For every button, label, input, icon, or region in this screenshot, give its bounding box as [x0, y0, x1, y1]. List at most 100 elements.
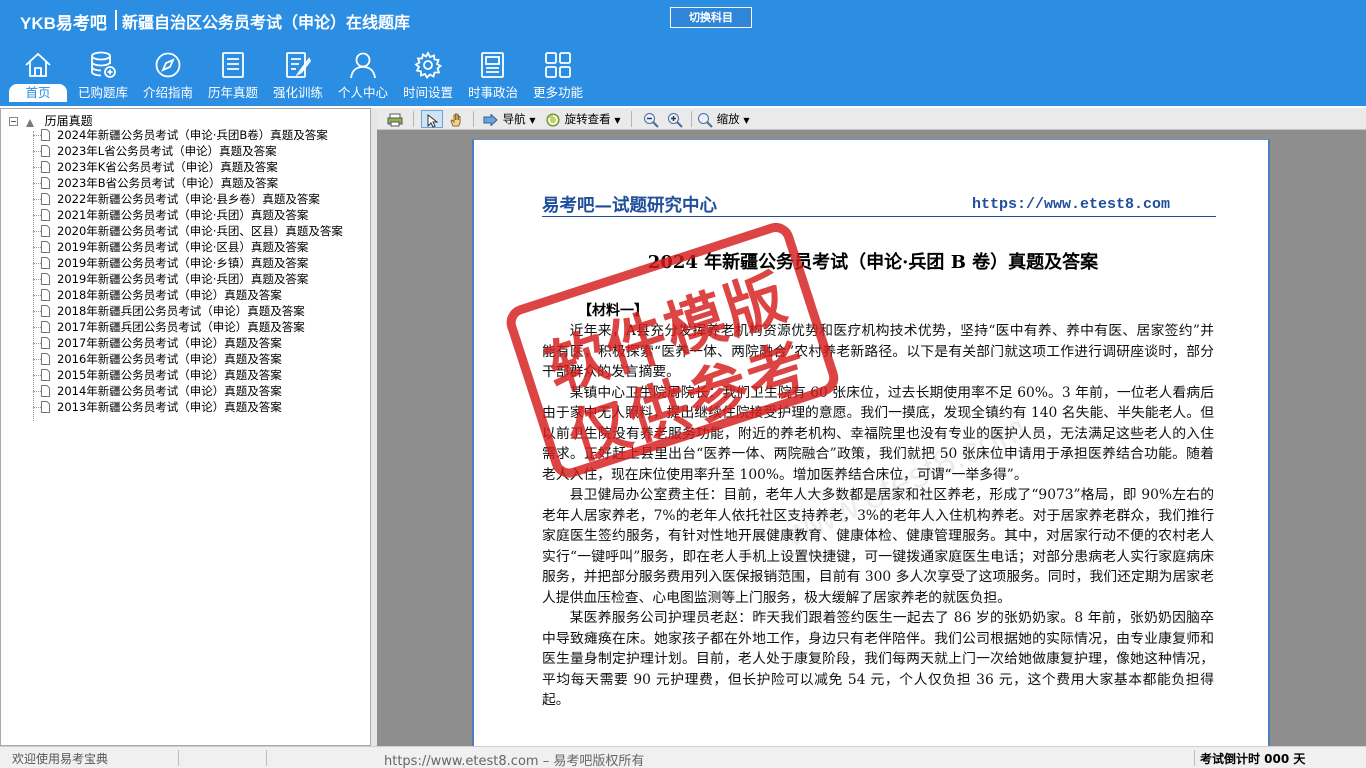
pan-tool-button[interactable] [449, 110, 463, 128]
dropdown-arrow-icon: ▼ [743, 116, 750, 125]
doc-paragraph: 近年来，A县充分发挥养老机构资源优势和医疗机构技术优势，坚持“医中有养、养中有医… [542, 323, 1214, 380]
status-divider [178, 750, 179, 766]
doc-title: 2024 年新疆公务员考试（申论·兵团 B 卷）真题及答案 [647, 252, 1099, 273]
nav-label: 个人中心 [337, 85, 388, 100]
status-copyright: https://www.etest8.com – 易考吧版权所有 [384, 754, 645, 768]
nav-item-time-settings[interactable]: 时间设置 [396, 46, 460, 104]
tree-item[interactable]: 2017年新疆兵团公务员考试（申论）真题及答案 [31, 319, 343, 335]
cursor-icon [426, 113, 439, 128]
rotate-icon [545, 112, 561, 126]
title-bar: YKB易考吧 新疆自治区公务员考试（申论）在线题库 切换科目 [0, 0, 1366, 40]
tree-item[interactable]: 2019年新疆公务员考试（申论·乡镇）真题及答案 [31, 255, 343, 271]
doc-header-url: https://www.etest8.com [972, 196, 1171, 213]
tree-item[interactable]: 2016年新疆公务员考试（申论）真题及答案 [31, 351, 343, 367]
nav-item-more[interactable]: 更多功能 [526, 46, 590, 104]
hand-icon [449, 112, 463, 126]
document-icon [41, 225, 50, 237]
tree-root-label: 历届真题 [44, 114, 93, 128]
tree-item[interactable]: 2017年新疆公务员考试（申论）真题及答案 [31, 335, 343, 351]
print-button[interactable] [387, 110, 403, 128]
zoom-dropdown[interactable]: 缩放 ▼ [697, 110, 749, 128]
database-icon [88, 50, 118, 80]
rotate-dropdown[interactable]: 旋转查看 ▼ [545, 110, 620, 128]
nav-item-purchased[interactable]: 已购题库 [71, 46, 135, 104]
zoom-out-button[interactable] [643, 110, 659, 128]
nav-item-past-exams[interactable]: 历年真题 [201, 46, 265, 104]
app-header: YKB易考吧 新疆自治区公务员考试（申论）在线题库 切换科目 首页 已购题库 介… [0, 0, 1366, 106]
status-bar: 欢迎使用易考宝典 https://www.etest8.com – 易考吧版权所… [0, 746, 1366, 768]
nav-item-home[interactable]: 首页 [6, 46, 70, 104]
nav-label: 更多功能 [532, 85, 583, 100]
app-window: YKB易考吧 新疆自治区公务员考试（申论）在线题库 切换科目 首页 已购题库 介… [0, 0, 1366, 768]
navigate-dropdown[interactable]: 导航 ▼ [483, 110, 535, 128]
tree-item[interactable]: 2024年新疆公务员考试（申论·兵团B卷）真题及答案 [31, 127, 343, 143]
document-icon [41, 321, 50, 333]
document-icon [41, 193, 50, 205]
tree-item[interactable]: 2020年新疆公务员考试（申论·兵团、区县）真题及答案 [31, 223, 343, 239]
zoom-in-button[interactable] [667, 110, 683, 128]
document-icon [41, 337, 50, 349]
tree-item[interactable]: 2013年新疆公务员考试（申论）真题及答案 [31, 399, 343, 415]
nav-label: 首页 [9, 84, 67, 102]
tree-list: 2024年新疆公务员考试（申论·兵团B卷）真题及答案 2023年L省公务员考试（… [31, 127, 343, 415]
folder-icon [25, 117, 35, 127]
document-icon [41, 369, 50, 381]
tree-item[interactable]: 2023年B省公务员考试（申论）真题及答案 [31, 175, 343, 191]
document-icon [41, 145, 50, 157]
document-icon [41, 289, 50, 301]
compass-icon [153, 50, 183, 80]
status-divider [1194, 750, 1195, 766]
tree-item[interactable]: 2021年新疆公务员考试（申论·兵团）真题及答案 [31, 207, 343, 223]
switch-subject-button[interactable]: 切换科目 [670, 7, 752, 28]
newspaper-icon [478, 50, 508, 80]
nav-label: 时间设置 [402, 85, 453, 100]
collapse-icon[interactable]: − [9, 117, 18, 126]
nav-label: 介绍指南 [142, 85, 193, 100]
tree-root[interactable]: − 历届真题 [9, 112, 93, 128]
doc-header-brand: 易考吧—试题研究中心 [542, 196, 717, 216]
user-icon [348, 50, 378, 80]
tree-item[interactable]: 2014年新疆公务员考试（申论）真题及答案 [31, 383, 343, 399]
nav-label: 时事政治 [467, 85, 518, 100]
navigate-icon [483, 112, 499, 127]
nav-item-personal[interactable]: 个人中心 [331, 46, 395, 104]
document-icon [41, 257, 50, 269]
nav-item-current-affairs[interactable]: 时事政治 [461, 46, 525, 104]
nav-label: 强化训练 [272, 85, 323, 100]
document-icon [41, 401, 50, 413]
grid-icon [543, 50, 573, 80]
document-icon [41, 305, 50, 317]
document-icon [41, 177, 50, 189]
home-icon [23, 50, 53, 80]
document-list-icon [218, 50, 248, 80]
nav-label: 已购题库 [77, 85, 128, 100]
document-icon [41, 241, 50, 253]
status-divider [266, 750, 267, 766]
document-icon [41, 273, 50, 285]
app-title: 新疆自治区公务员考试（申论）在线题库 [122, 13, 411, 32]
exam-tree-panel: − 历届真题 2024年新疆公务员考试（申论·兵团B卷）真题及答案 2023年L… [0, 108, 371, 746]
dropdown-arrow-icon: ▼ [614, 116, 621, 125]
tree-item[interactable]: 2019年新疆公务员考试（申论·区县）真题及答案 [31, 239, 343, 255]
zoom-in-icon [667, 112, 683, 128]
select-tool-button[interactable] [421, 110, 443, 128]
tree-item[interactable]: 2018年新疆兵团公务员考试（申论）真题及答案 [31, 303, 343, 319]
tree-item[interactable]: 2023年K省公务员考试（申论）真题及答案 [31, 159, 343, 175]
doc-paragraph: 县卫健局办公室费主任：目前，老年人大多数都是居家和社区养老，形成了“9073”格… [542, 487, 1214, 606]
tree-item[interactable]: 2022年新疆公务员考试（申论·县乡卷）真题及答案 [31, 191, 343, 207]
tree-item[interactable]: 2018年新疆公务员考试（申论）真题及答案 [31, 287, 343, 303]
gear-icon [413, 50, 443, 80]
nav-item-guide[interactable]: 介绍指南 [136, 46, 200, 104]
document-icon [41, 209, 50, 221]
viewer-toolbar: 导航 ▼ 旋转查看 ▼ 缩放 ▼ [377, 108, 1366, 130]
doc-header-rule [542, 216, 1216, 217]
nav-item-training[interactable]: 强化训练 [266, 46, 330, 104]
document-viewer: 导航 ▼ 旋转查看 ▼ 缩放 ▼ 易考吧—试题研究中心 https://www.… [377, 108, 1366, 746]
document-icon [41, 129, 50, 141]
tree-item[interactable]: 2015年新疆公务员考试（申论）真题及答案 [31, 367, 343, 383]
tree-item[interactable]: 2019年新疆公务员考试（申论·兵团）真题及答案 [31, 271, 343, 287]
printer-icon [387, 112, 403, 126]
toolbar-separator [413, 111, 414, 127]
doc-paragraph: 某镇中心卫生院周院长：我们卫生院有 60 张床位，过去长期使用率不足 60%。3… [542, 384, 1214, 483]
tree-item[interactable]: 2023年L省公务员考试（申论）真题及答案 [31, 143, 343, 159]
